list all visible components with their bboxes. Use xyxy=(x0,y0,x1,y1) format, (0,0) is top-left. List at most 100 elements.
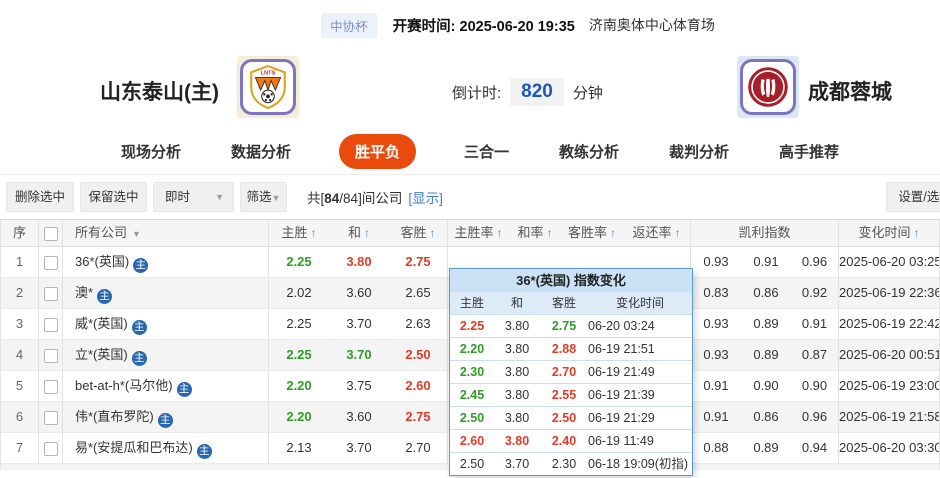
company-cell[interactable]: 伟*(直布罗陀)主 xyxy=(63,402,269,432)
odds-away[interactable]: 2.70 xyxy=(389,433,448,463)
odds-draw[interactable]: 3.70 xyxy=(329,433,389,463)
popup-odds-away: 2.75 xyxy=(540,315,588,337)
odds-away[interactable]: 2.60 xyxy=(389,371,448,401)
odds-away[interactable]: 2.65 xyxy=(389,278,448,308)
company-cell[interactable]: bet-at-h*(马尔他)主 xyxy=(63,371,269,401)
popup-odds-draw: 3.80 xyxy=(494,430,540,452)
col-header-draw[interactable]: 和↑ xyxy=(329,220,389,246)
tab-expert-recommend[interactable]: 高手推荐 xyxy=(777,134,841,169)
home-team-name: 山东泰山(主) xyxy=(100,76,219,106)
kelly-index: 0.86 xyxy=(741,402,791,432)
row-checkbox[interactable] xyxy=(44,411,58,425)
odds-draw[interactable]: 3.75 xyxy=(329,371,389,401)
odds-home[interactable]: 2.25 xyxy=(269,340,329,370)
row-checkbox[interactable] xyxy=(44,349,58,363)
away-team-logo xyxy=(737,56,799,118)
col-header-home-win[interactable]: 主胜↑ xyxy=(269,220,329,246)
popup-change-time: 06-19 21:49 xyxy=(588,361,692,383)
odds-away[interactable]: 2.75 xyxy=(389,402,448,432)
change-time: 2025-06-19 22:36 xyxy=(839,278,939,308)
tab-three-in-one[interactable]: 三合一 xyxy=(462,134,511,169)
tab-win-draw-lose[interactable]: 胜平负 xyxy=(339,134,416,169)
tab-live-analysis[interactable]: 现场分析 xyxy=(119,134,183,169)
col-header-away-win[interactable]: 客胜↑ xyxy=(389,220,448,246)
kelly-index: 0.93 xyxy=(691,340,741,370)
change-time: 2025-06-20 03:30 xyxy=(839,433,939,463)
row-checkbox[interactable] xyxy=(44,256,58,270)
odds-draw[interactable]: 3.60 xyxy=(329,278,389,308)
popup-odds-draw: 3.80 xyxy=(494,407,540,429)
odds-draw[interactable]: 3.70 xyxy=(329,309,389,339)
row-index: 3 xyxy=(1,309,39,339)
row-checkbox[interactable] xyxy=(44,318,58,332)
tab-referee-analysis[interactable]: 裁判分析 xyxy=(667,134,731,169)
row-checkbox[interactable] xyxy=(44,380,58,394)
company-name: bet-at-h*(马尔他) xyxy=(75,378,173,393)
tab-data-analysis[interactable]: 数据分析 xyxy=(229,134,293,169)
kelly-index: 0.89 xyxy=(741,340,791,370)
change-time: 2025-06-20 00:51 xyxy=(839,340,939,370)
odds-home[interactable]: 2.20 xyxy=(269,402,329,432)
filter-dropdown[interactable]: 筛选▼ xyxy=(240,182,287,212)
odds-draw[interactable]: 3.60 xyxy=(329,402,389,432)
odds-home[interactable]: 2.25 xyxy=(269,309,329,339)
odds-draw[interactable]: 3.80 xyxy=(329,247,389,277)
caret-down-icon: ▼ xyxy=(215,183,224,211)
popup-odds-draw: 3.80 xyxy=(494,315,540,337)
company-cell[interactable]: 36*(英国)主 xyxy=(63,247,269,277)
kelly-index: 0.90 xyxy=(741,371,791,401)
odds-away[interactable]: 2.50 xyxy=(389,340,448,370)
home-badge-icon: 主 xyxy=(97,289,112,304)
odds-away[interactable]: 2.75 xyxy=(389,247,448,277)
odds-home[interactable]: 2.13 xyxy=(269,433,329,463)
col-header-home-rate[interactable]: 主胜率↑ xyxy=(448,220,509,246)
row-checkbox-cell xyxy=(39,371,63,401)
company-cell[interactable]: 易*(安提瓜和巴布达)主 xyxy=(63,433,269,463)
popup-odds-draw: 3.70 xyxy=(494,453,540,475)
sort-asc-icon: ↑ xyxy=(364,226,370,240)
company-cell[interactable]: 威*(英国)主 xyxy=(63,309,269,339)
row-index: 1 xyxy=(1,247,39,277)
countdown-label: 倒计时: xyxy=(452,82,501,103)
col-header-company-label: 所有公司 xyxy=(75,225,127,240)
row-checkbox[interactable] xyxy=(44,287,58,301)
company-cell[interactable]: 立*(英国)主 xyxy=(63,340,269,370)
popup-odds-away: 2.55 xyxy=(540,384,588,406)
popup-header-row: 主胜 和 客胜 变化时间 xyxy=(450,292,692,314)
kelly-index: 0.92 xyxy=(791,278,839,308)
keep-selected-button[interactable]: 保留选中 xyxy=(80,182,147,212)
kelly-index: 0.89 xyxy=(741,309,791,339)
kelly-index: 0.83 xyxy=(691,278,741,308)
odds-draw[interactable]: 3.70 xyxy=(329,340,389,370)
delete-selected-button[interactable]: 删除选中 xyxy=(6,182,74,212)
sort-asc-icon: ↑ xyxy=(610,226,616,240)
company-name: 立*(英国) xyxy=(75,347,128,362)
away-team-name: 成都蓉城 xyxy=(808,76,892,106)
popup-odds-away: 2.70 xyxy=(540,361,588,383)
col-header-away-rate[interactable]: 客胜率↑ xyxy=(561,220,623,246)
odds-home[interactable]: 2.20 xyxy=(269,371,329,401)
company-cell[interactable]: 澳*主 xyxy=(63,278,269,308)
odds-home[interactable]: 2.02 xyxy=(269,278,329,308)
row-checkbox[interactable] xyxy=(44,442,58,456)
kelly-index: 0.91 xyxy=(741,247,791,277)
popup-change-time: 06-20 03:24 xyxy=(588,315,692,337)
col-header-payout-rate[interactable]: 返还率↑ xyxy=(623,220,691,246)
show-link[interactable]: [显示] xyxy=(408,187,443,207)
sort-asc-icon: ↑ xyxy=(547,226,553,240)
odds-home[interactable]: 2.25 xyxy=(269,247,329,277)
odds-away[interactable]: 2.63 xyxy=(389,309,448,339)
popup-col-draw: 和 xyxy=(494,292,540,314)
kickoff-value: 2025-06-20 19:35 xyxy=(460,19,575,35)
col-header-change-time[interactable]: 变化时间↑ xyxy=(839,220,939,246)
home-badge-icon: 主 xyxy=(132,320,147,335)
col-header-draw-rate[interactable]: 和率↑ xyxy=(509,220,561,246)
time-filter-dropdown[interactable]: 即时▼ xyxy=(153,182,234,212)
tab-coach-analysis[interactable]: 教练分析 xyxy=(557,134,621,169)
settings-button[interactable]: 设置/选项 xyxy=(886,182,940,212)
popup-odds-draw: 3.80 xyxy=(494,338,540,360)
change-time: 2025-06-19 23:00 xyxy=(839,371,939,401)
col-header-company[interactable]: 所有公司▼ xyxy=(63,220,269,246)
select-all-checkbox[interactable] xyxy=(44,227,58,241)
league-badge: 中协杯 xyxy=(321,13,377,38)
